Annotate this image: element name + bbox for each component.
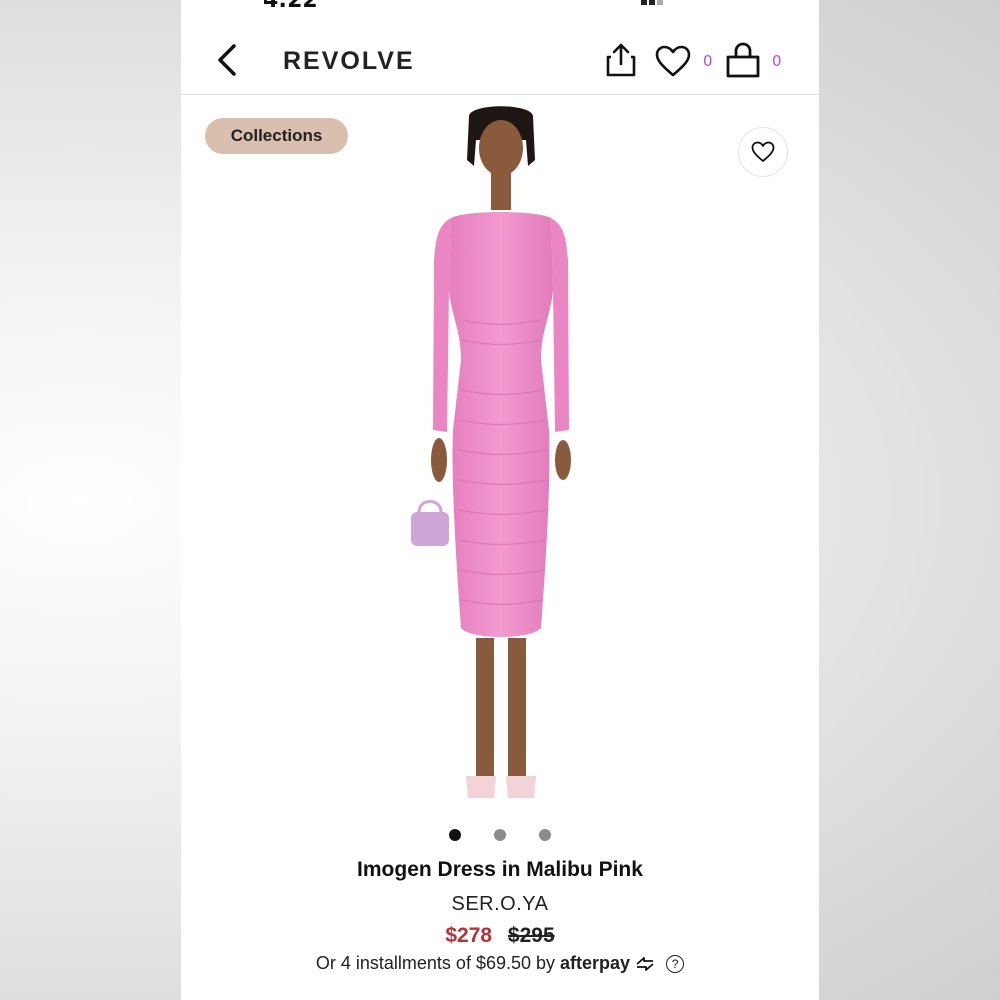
- bag-count: 0: [772, 52, 782, 70]
- status-bar: 4:22: [181, 0, 819, 13]
- share-icon[interactable]: [604, 42, 638, 78]
- brand-logo[interactable]: REVOLVE: [283, 47, 415, 76]
- add-to-wishlist-button[interactable]: [738, 127, 788, 177]
- back-arrow-icon[interactable]: [211, 42, 247, 78]
- original-price: $295: [507, 924, 555, 947]
- price-row: $278 $295: [181, 924, 819, 948]
- bag-icon[interactable]: [725, 42, 761, 78]
- heart-icon[interactable]: [655, 45, 691, 77]
- product-image[interactable]: [381, 100, 621, 815]
- image-carousel-dots: [449, 829, 559, 841]
- status-time: 4:22: [263, 0, 318, 13]
- afterpay-logo: afterpay: [560, 953, 631, 973]
- top-navigation-bar: REVOLVE 0 0: [181, 28, 819, 95]
- phone-screen: 4:22 REVOLVE 0 0 Collections Imogen Dres…: [181, 0, 819, 1000]
- help-icon[interactable]: ?: [666, 955, 685, 974]
- sale-price: $278: [445, 924, 493, 947]
- product-designer[interactable]: SER.O.YA: [181, 893, 819, 916]
- collections-badge[interactable]: Collections: [205, 118, 348, 154]
- carousel-dot-3[interactable]: [539, 829, 551, 841]
- product-title: Imogen Dress in Malibu Pink: [357, 858, 643, 881]
- carousel-dot-2[interactable]: [494, 829, 506, 841]
- installments-text: Or 4 installments of $69.50 by: [315, 953, 556, 973]
- heart-outline-icon: [751, 141, 775, 162]
- carousel-dot-1[interactable]: [449, 829, 461, 841]
- wishlist-count: 0: [703, 52, 713, 70]
- installments-row: Or 4 installments of $69.50 by afterpay …: [181, 953, 819, 974]
- afterpay-arrows-icon: [636, 957, 654, 972]
